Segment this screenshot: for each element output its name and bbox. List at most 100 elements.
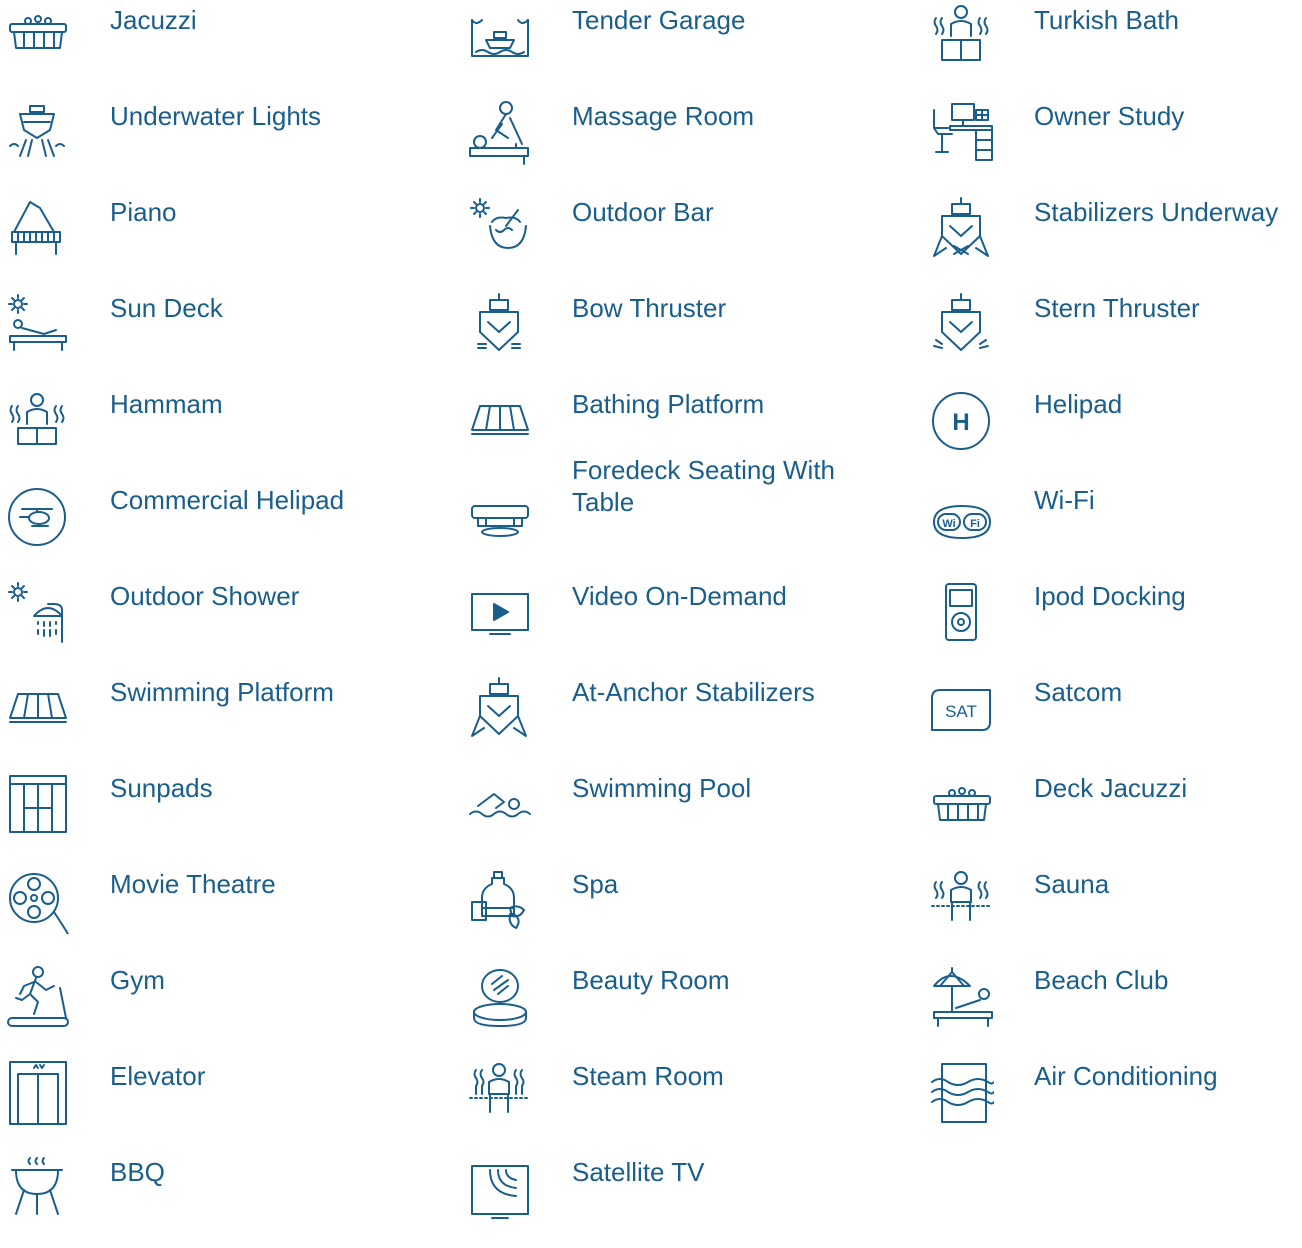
sun-deck-icon: [4, 292, 70, 358]
amenity-item-stern-thruster: Stern Thruster: [924, 288, 1302, 384]
amenity-item-satcom: SAT Satcom: [924, 672, 1302, 768]
beach-club-icon: [928, 964, 994, 1030]
amenity-label: Jacuzzi: [110, 5, 197, 35]
amenity-item-sun-deck: Sun Deck: [0, 288, 380, 384]
piano-icon: [4, 196, 70, 262]
amenity-label: Swimming Platform: [110, 677, 334, 707]
sauna-icon: [928, 868, 994, 934]
swimming-pool-icon: [466, 772, 532, 838]
amenity-item-jacuzzi: Jacuzzi: [0, 0, 380, 96]
satellite-tv-icon: [466, 1156, 532, 1222]
satcom-text: SAT: [945, 702, 977, 721]
amenity-item-video-on-demand: Video On-Demand: [462, 576, 842, 672]
jacuzzi-icon: [4, 4, 70, 70]
gym-icon: [4, 964, 70, 1030]
amenity-item-bbq: BBQ: [0, 1152, 380, 1248]
amenity-label: Stabilizers Underway: [1034, 197, 1279, 227]
amenity-label: At-Anchor Stabilizers: [572, 677, 815, 707]
amenity-item-piano: Piano: [0, 192, 380, 288]
air-conditioning-icon: [928, 1060, 995, 1126]
turkish-bath-icon: [928, 4, 994, 70]
amenity-item-stabilizers-underway: Stabilizers Underway: [924, 192, 1302, 288]
amenity-item-wifi: Wi Fi Wi-Fi: [924, 480, 1302, 576]
wifi-text-left: Wi: [942, 518, 955, 530]
elevator-icon: [4, 1060, 70, 1126]
amenity-item-swimming-platform: Swimming Platform: [0, 672, 380, 768]
amenity-label: Sauna: [1034, 869, 1110, 899]
hammam-icon: [4, 388, 70, 454]
amenity-item-deck-jacuzzi: Deck Jacuzzi: [924, 768, 1302, 864]
amenity-item-tender-garage: Tender Garage: [462, 0, 842, 96]
amenity-item-outdoor-shower: Outdoor Shower: [0, 576, 380, 672]
amenity-label: Outdoor Shower: [110, 581, 300, 611]
amenity-item-owner-study: Owner Study: [924, 96, 1302, 192]
amenity-item-beauty-room: Beauty Room: [462, 960, 842, 1056]
amenity-label: Bow Thruster: [572, 293, 727, 323]
stabilizers-underway-icon: [928, 196, 994, 262]
amenity-item-sunpads: Sunpads: [0, 768, 380, 864]
amenity-label: Stern Thruster: [1034, 293, 1200, 323]
amenity-label: Wi-Fi: [1034, 485, 1095, 515]
amenity-label: Swimming Pool: [572, 773, 752, 803]
amenity-item-swimming-pool: Swimming Pool: [462, 768, 842, 864]
helipad-icon: H: [928, 388, 994, 454]
steam-room-icon: [466, 1060, 532, 1126]
amenity-item-ipod-docking: Ipod Docking: [924, 576, 1302, 672]
amenity-label: Turkish Bath: [1034, 5, 1179, 35]
amenity-label: Owner Study: [1034, 101, 1185, 131]
amenity-label: Beach Club: [1034, 965, 1169, 995]
amenity-label: Tender Garage: [572, 5, 746, 35]
amenity-label: Massage Room: [572, 101, 755, 131]
foredeck-seating-icon: [466, 484, 532, 550]
amenity-label: Hammam: [110, 389, 223, 419]
amenity-item-foredeck-seating: Foredeck Seating With Table: [462, 455, 842, 576]
amenity-label: Deck Jacuzzi: [1034, 773, 1188, 803]
amenity-label: Helipad: [1034, 389, 1123, 419]
amenity-item-satellite-tv: Satellite TV: [462, 1152, 842, 1248]
amenity-label: Bathing Platform: [572, 389, 765, 419]
amenity-item-sauna: Sauna: [924, 864, 1302, 960]
amenity-label: Piano: [110, 197, 177, 227]
amenity-item-turkish-bath: Turkish Bath: [924, 0, 1302, 96]
amenity-label: Satellite TV: [572, 1157, 705, 1187]
amenity-item-gym: Gym: [0, 960, 380, 1056]
amenity-item-spa: Spa: [462, 864, 842, 960]
amenity-item-underwater-lights: Underwater Lights: [0, 96, 380, 192]
amenity-item-beach-club: Beach Club: [924, 960, 1302, 1056]
amenity-label: Sunpads: [110, 773, 213, 803]
amenity-item-air-conditioning: Air Conditioning: [924, 1056, 1302, 1152]
bathing-platform-icon: [466, 388, 532, 454]
owner-study-icon: [928, 100, 994, 166]
amenity-label: Steam Room: [572, 1061, 724, 1091]
amenity-item-elevator: Elevator: [0, 1056, 380, 1152]
sunpads-icon: [4, 772, 70, 838]
amenity-item-helipad: H Helipad: [924, 384, 1302, 480]
at-anchor-stabilizers-icon: [466, 676, 532, 742]
spa-icon: [466, 868, 532, 934]
amenity-item-outdoor-bar: Outdoor Bar: [462, 192, 842, 288]
amenity-item-at-anchor-stabilizers: At-Anchor Stabilizers: [462, 672, 842, 768]
deck-jacuzzi-icon: [928, 772, 994, 838]
video-on-demand-icon: [466, 580, 532, 646]
outdoor-bar-icon: [466, 196, 532, 262]
amenity-label: Air Conditioning: [1034, 1061, 1218, 1091]
amenity-label: Spa: [572, 869, 619, 899]
tender-garage-icon: [466, 4, 532, 70]
amenity-item-commercial-helipad: Commercial Helipad: [0, 480, 380, 576]
stern-thruster-icon: [928, 292, 994, 358]
amenity-label: Sun Deck: [110, 293, 223, 323]
outdoor-shower-icon: [4, 580, 70, 646]
underwater-lights-icon: [4, 100, 70, 166]
bow-thruster-icon: [466, 292, 532, 358]
amenity-item-massage-room: Massage Room: [462, 96, 842, 192]
wifi-icon: Wi Fi: [928, 484, 994, 550]
ipod-docking-icon: [928, 580, 994, 646]
swimming-platform-icon: [4, 676, 70, 742]
amenity-label: Ipod Docking: [1034, 581, 1186, 611]
amenity-item-hammam: Hammam: [0, 384, 380, 480]
amenity-item-movie-theatre: Movie Theatre: [0, 864, 380, 960]
beauty-room-icon: [466, 964, 532, 1030]
commercial-helipad-icon: [4, 484, 70, 550]
helipad-letter: H: [952, 409, 969, 436]
movie-theatre-icon: [4, 868, 70, 935]
